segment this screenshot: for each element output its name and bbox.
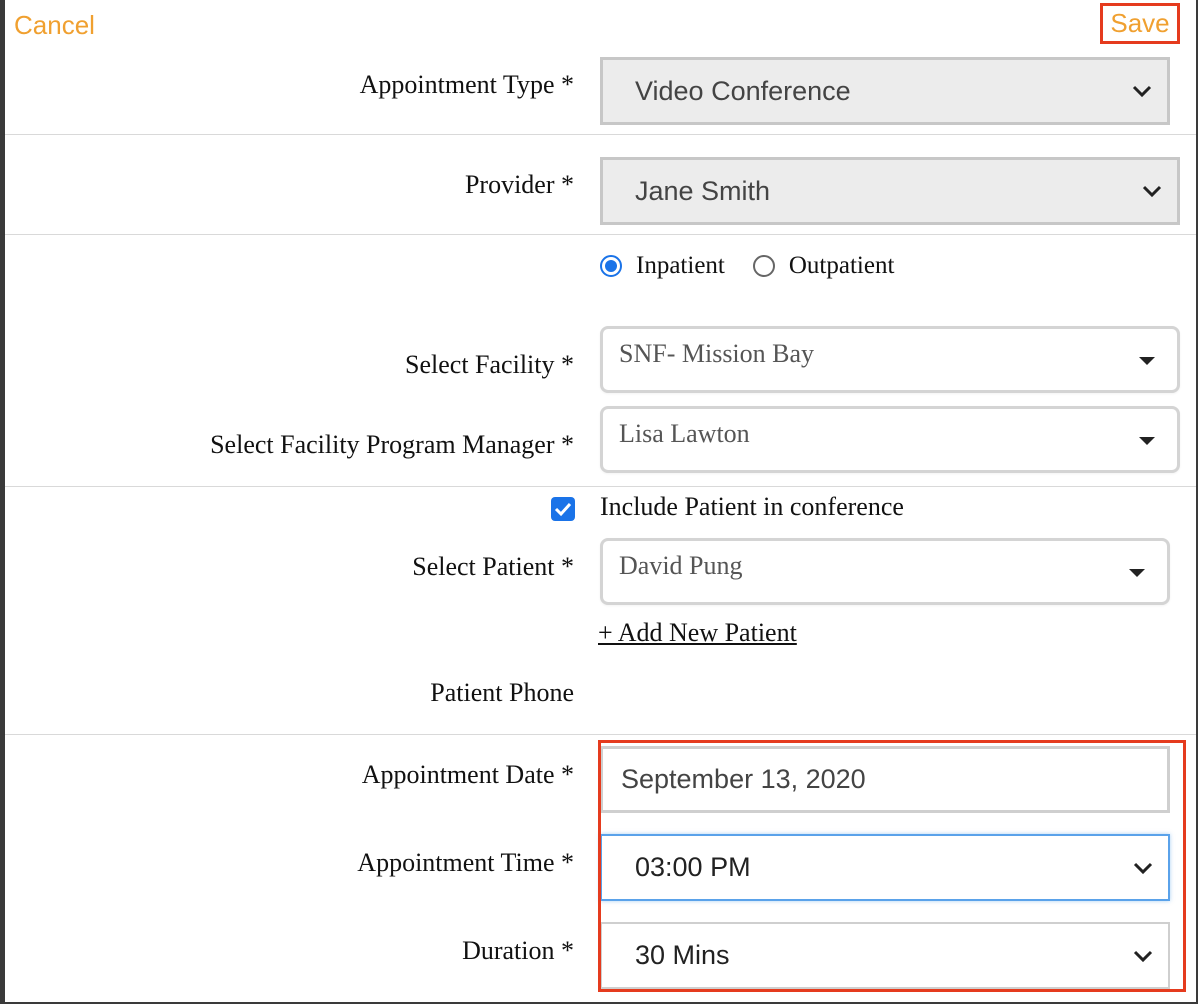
duration-select[interactable]: 30 Mins: [600, 922, 1170, 989]
program-manager-value: Lisa Lawton: [619, 419, 750, 448]
outpatient-radio[interactable]: [752, 255, 775, 277]
duration-label: Duration *: [462, 936, 574, 965]
caret-down-icon: [1139, 357, 1155, 365]
facility-select[interactable]: SNF- Mission Bay: [600, 326, 1180, 393]
inpatient-radio[interactable]: [600, 255, 622, 277]
appointment-time-select[interactable]: 03:00 PM: [600, 834, 1170, 901]
appointment-type-value: Video Conference: [635, 76, 851, 106]
divider: [5, 234, 1196, 235]
appointment-type-select[interactable]: Video Conference: [600, 57, 1170, 125]
duration-value: 30 Mins: [635, 940, 730, 970]
patient-type-radio-group: Inpatient Outpatient: [600, 252, 894, 280]
provider-select[interactable]: Jane Smith: [600, 157, 1180, 225]
divider: [5, 734, 1196, 735]
appointment-date-field[interactable]: September 13, 2020: [600, 746, 1170, 813]
inpatient-radio-label: Inpatient: [636, 252, 725, 279]
include-patient-label: Include Patient in conference: [600, 492, 904, 521]
divider: [5, 134, 1196, 135]
provider-value: Jane Smith: [635, 176, 771, 206]
patient-phone-label: Patient Phone: [430, 678, 574, 707]
patient-label: Select Patient *: [412, 552, 574, 581]
appointment-time-label: Appointment Time *: [357, 848, 574, 877]
checkmark-icon: [554, 502, 572, 517]
provider-label: Provider *: [464, 170, 574, 199]
chevron-down-icon: [1130, 924, 1156, 987]
include-patient-checkbox[interactable]: [551, 497, 575, 521]
appointment-time-value: 03:00 PM: [635, 852, 751, 882]
save-button[interactable]: Save: [1100, 3, 1180, 44]
chevron-down-icon: [1129, 60, 1155, 122]
patient-select[interactable]: David Pung: [600, 538, 1170, 605]
program-manager-select[interactable]: Lisa Lawton: [600, 406, 1180, 473]
add-new-patient-link[interactable]: + Add New Patient: [598, 618, 797, 648]
caret-down-icon: [1129, 569, 1145, 577]
cancel-button[interactable]: Cancel: [14, 10, 95, 41]
chevron-down-icon: [1130, 836, 1156, 899]
facility-label: Select Facility *: [405, 350, 574, 379]
appointment-type-label: Appointment Type *: [359, 70, 574, 99]
patient-value: David Pung: [619, 551, 743, 580]
caret-down-icon: [1139, 437, 1155, 445]
program-manager-label: Select Facility Program Manager *: [210, 430, 574, 459]
outpatient-radio-label: Outpatient: [788, 252, 895, 279]
chevron-down-icon: [1139, 160, 1165, 222]
appointment-date-label: Appointment Date *: [361, 760, 574, 789]
divider: [5, 486, 1196, 487]
window-left-edge: [0, 0, 5, 1004]
facility-value: SNF- Mission Bay: [619, 339, 815, 368]
